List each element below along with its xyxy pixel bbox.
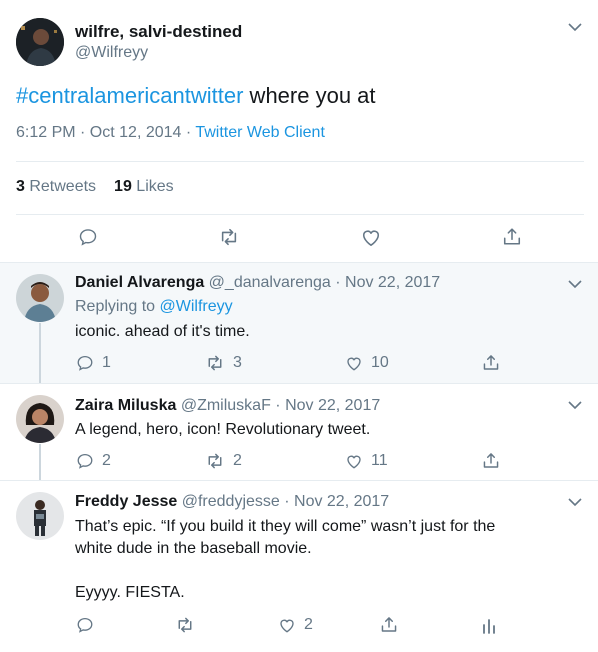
retweet-button[interactable] bbox=[175, 616, 195, 634]
share-icon bbox=[483, 453, 499, 468]
heart-icon bbox=[347, 357, 361, 371]
likes-label: Likes bbox=[131, 178, 174, 195]
share-icon bbox=[503, 228, 521, 245]
reply-button[interactable]: 1 bbox=[76, 354, 111, 372]
heart-icon bbox=[280, 619, 294, 633]
like-button[interactable]: 10 bbox=[345, 354, 389, 372]
thread-line bbox=[39, 323, 41, 383]
chevron-down-icon[interactable] bbox=[566, 495, 584, 509]
tweet-meta: 6:12 PM · Oct 12, 2014 · Twitter Web Cli… bbox=[16, 124, 325, 142]
reply-text-line: white dude in the baseball movie. bbox=[75, 540, 312, 557]
reply-author-name[interactable]: Zaira Miluska bbox=[75, 397, 176, 414]
reply-header: Freddy Jesse @freddyjesse · Nov 22, 2017 bbox=[75, 493, 389, 511]
like-button[interactable]: 2 bbox=[278, 616, 313, 634]
reply-text: That’s epic. “If you build it they will … bbox=[75, 516, 590, 604]
share-button[interactable] bbox=[380, 615, 398, 634]
reply-count: 1 bbox=[102, 354, 111, 371]
reply-icon bbox=[79, 229, 97, 246]
reply-icon bbox=[77, 453, 93, 469]
like-button[interactable]: 11 bbox=[345, 452, 388, 470]
heart-icon bbox=[362, 230, 380, 246]
reply-author-name[interactable]: Daniel Alvarenga bbox=[75, 274, 204, 291]
reply-header: Daniel Alvarenga @_danalvarenga · Nov 22… bbox=[75, 274, 440, 292]
replying-prefix: Replying to bbox=[75, 298, 160, 315]
retweets-count: 3 bbox=[16, 178, 25, 195]
retweet-count: 3 bbox=[233, 354, 242, 371]
divider bbox=[16, 161, 584, 162]
tweet-text: #centralamericantwitter where you at bbox=[16, 83, 376, 109]
reply-icon bbox=[77, 617, 93, 633]
replying-to-link[interactable]: @Wilfreyy bbox=[160, 298, 233, 315]
reply-text-line: Eyyyy. FIESTA. bbox=[75, 584, 185, 601]
reply-tweet[interactable]: Freddy Jesse @freddyjesse · Nov 22, 2017… bbox=[0, 481, 598, 652]
reply-avatar[interactable] bbox=[16, 274, 64, 322]
chevron-down-icon[interactable] bbox=[566, 398, 584, 412]
hashtag-link[interactable]: #centralamericantwitter bbox=[16, 83, 243, 108]
like-count: 10 bbox=[371, 354, 389, 371]
retweet-count: 2 bbox=[233, 452, 242, 469]
share-button[interactable] bbox=[482, 451, 500, 470]
retweet-button[interactable]: 2 bbox=[205, 452, 242, 470]
like-count: 11 bbox=[371, 452, 388, 469]
retweet-icon bbox=[178, 617, 192, 633]
retweet-icon bbox=[208, 453, 222, 469]
author-avatar[interactable] bbox=[16, 18, 64, 66]
reply-text: iconic. ahead of it's time. bbox=[75, 323, 250, 340]
tweet-client-link[interactable]: Twitter Web Client bbox=[195, 124, 325, 141]
like-count: 2 bbox=[304, 616, 313, 633]
author-name[interactable]: wilfre, salvi-destined bbox=[75, 22, 242, 42]
share-button[interactable] bbox=[502, 226, 522, 247]
likes-count: 19 bbox=[114, 178, 132, 195]
divider bbox=[16, 214, 584, 215]
reply-button[interactable]: 2 bbox=[76, 452, 111, 470]
reply-count: 2 bbox=[102, 452, 111, 469]
like-button[interactable] bbox=[360, 227, 382, 247]
retweets-label: Retweets bbox=[24, 178, 97, 195]
author-handle[interactable]: @Wilfreyy bbox=[75, 44, 148, 62]
reply-handle-date[interactable]: @ZmiluskaF · Nov 22, 2017 bbox=[176, 397, 380, 414]
reply-handle-date[interactable]: @_danalvarenga · Nov 22, 2017 bbox=[204, 274, 441, 291]
chevron-down-icon[interactable] bbox=[566, 277, 584, 291]
reply-header: Zaira Miluska @ZmiluskaF · Nov 22, 2017 bbox=[75, 397, 380, 415]
heart-icon bbox=[347, 455, 361, 469]
retweet-button[interactable]: 3 bbox=[205, 354, 242, 372]
reply-tweet[interactable]: Daniel Alvarenga @_danalvarenga · Nov 22… bbox=[0, 263, 598, 383]
reply-text: A legend, hero, icon! Revolutionary twee… bbox=[75, 421, 371, 438]
retweet-icon bbox=[221, 228, 237, 246]
reply-button[interactable] bbox=[78, 227, 98, 247]
reply-avatar[interactable] bbox=[16, 492, 64, 540]
tweet-stats: 3 Retweets 19 Likes bbox=[16, 178, 174, 196]
retweet-button[interactable] bbox=[218, 227, 240, 247]
replying-to: Replying to @Wilfreyy bbox=[75, 298, 233, 316]
share-icon bbox=[381, 617, 397, 632]
retweet-icon bbox=[208, 355, 222, 371]
retweets-stat[interactable]: 3 Retweets bbox=[16, 178, 96, 195]
reply-tweet[interactable]: Zaira Miluska @ZmiluskaF · Nov 22, 2017 … bbox=[0, 384, 598, 480]
reply-button[interactable] bbox=[76, 616, 94, 634]
share-button[interactable] bbox=[482, 353, 500, 372]
reply-handle-date[interactable]: @freddyjesse · Nov 22, 2017 bbox=[177, 493, 389, 510]
tweet-text-rest: where you at bbox=[243, 83, 376, 108]
reply-text-line: That’s epic. “If you build it they will … bbox=[75, 518, 496, 535]
likes-stat[interactable]: 19 Likes bbox=[114, 178, 174, 195]
reply-author-name[interactable]: Freddy Jesse bbox=[75, 493, 177, 510]
analytics-button[interactable] bbox=[482, 616, 496, 634]
reply-icon bbox=[77, 355, 93, 371]
share-icon bbox=[483, 355, 499, 370]
main-tweet: wilfre, salvi-destined @Wilfreyy #centra… bbox=[0, 0, 598, 262]
thread-line bbox=[39, 444, 41, 480]
analytics-icon bbox=[483, 619, 495, 634]
chevron-down-icon[interactable] bbox=[566, 20, 584, 34]
reply-avatar[interactable] bbox=[16, 395, 64, 443]
tweet-timestamp[interactable]: 6:12 PM · Oct 12, 2014 · bbox=[16, 124, 195, 141]
